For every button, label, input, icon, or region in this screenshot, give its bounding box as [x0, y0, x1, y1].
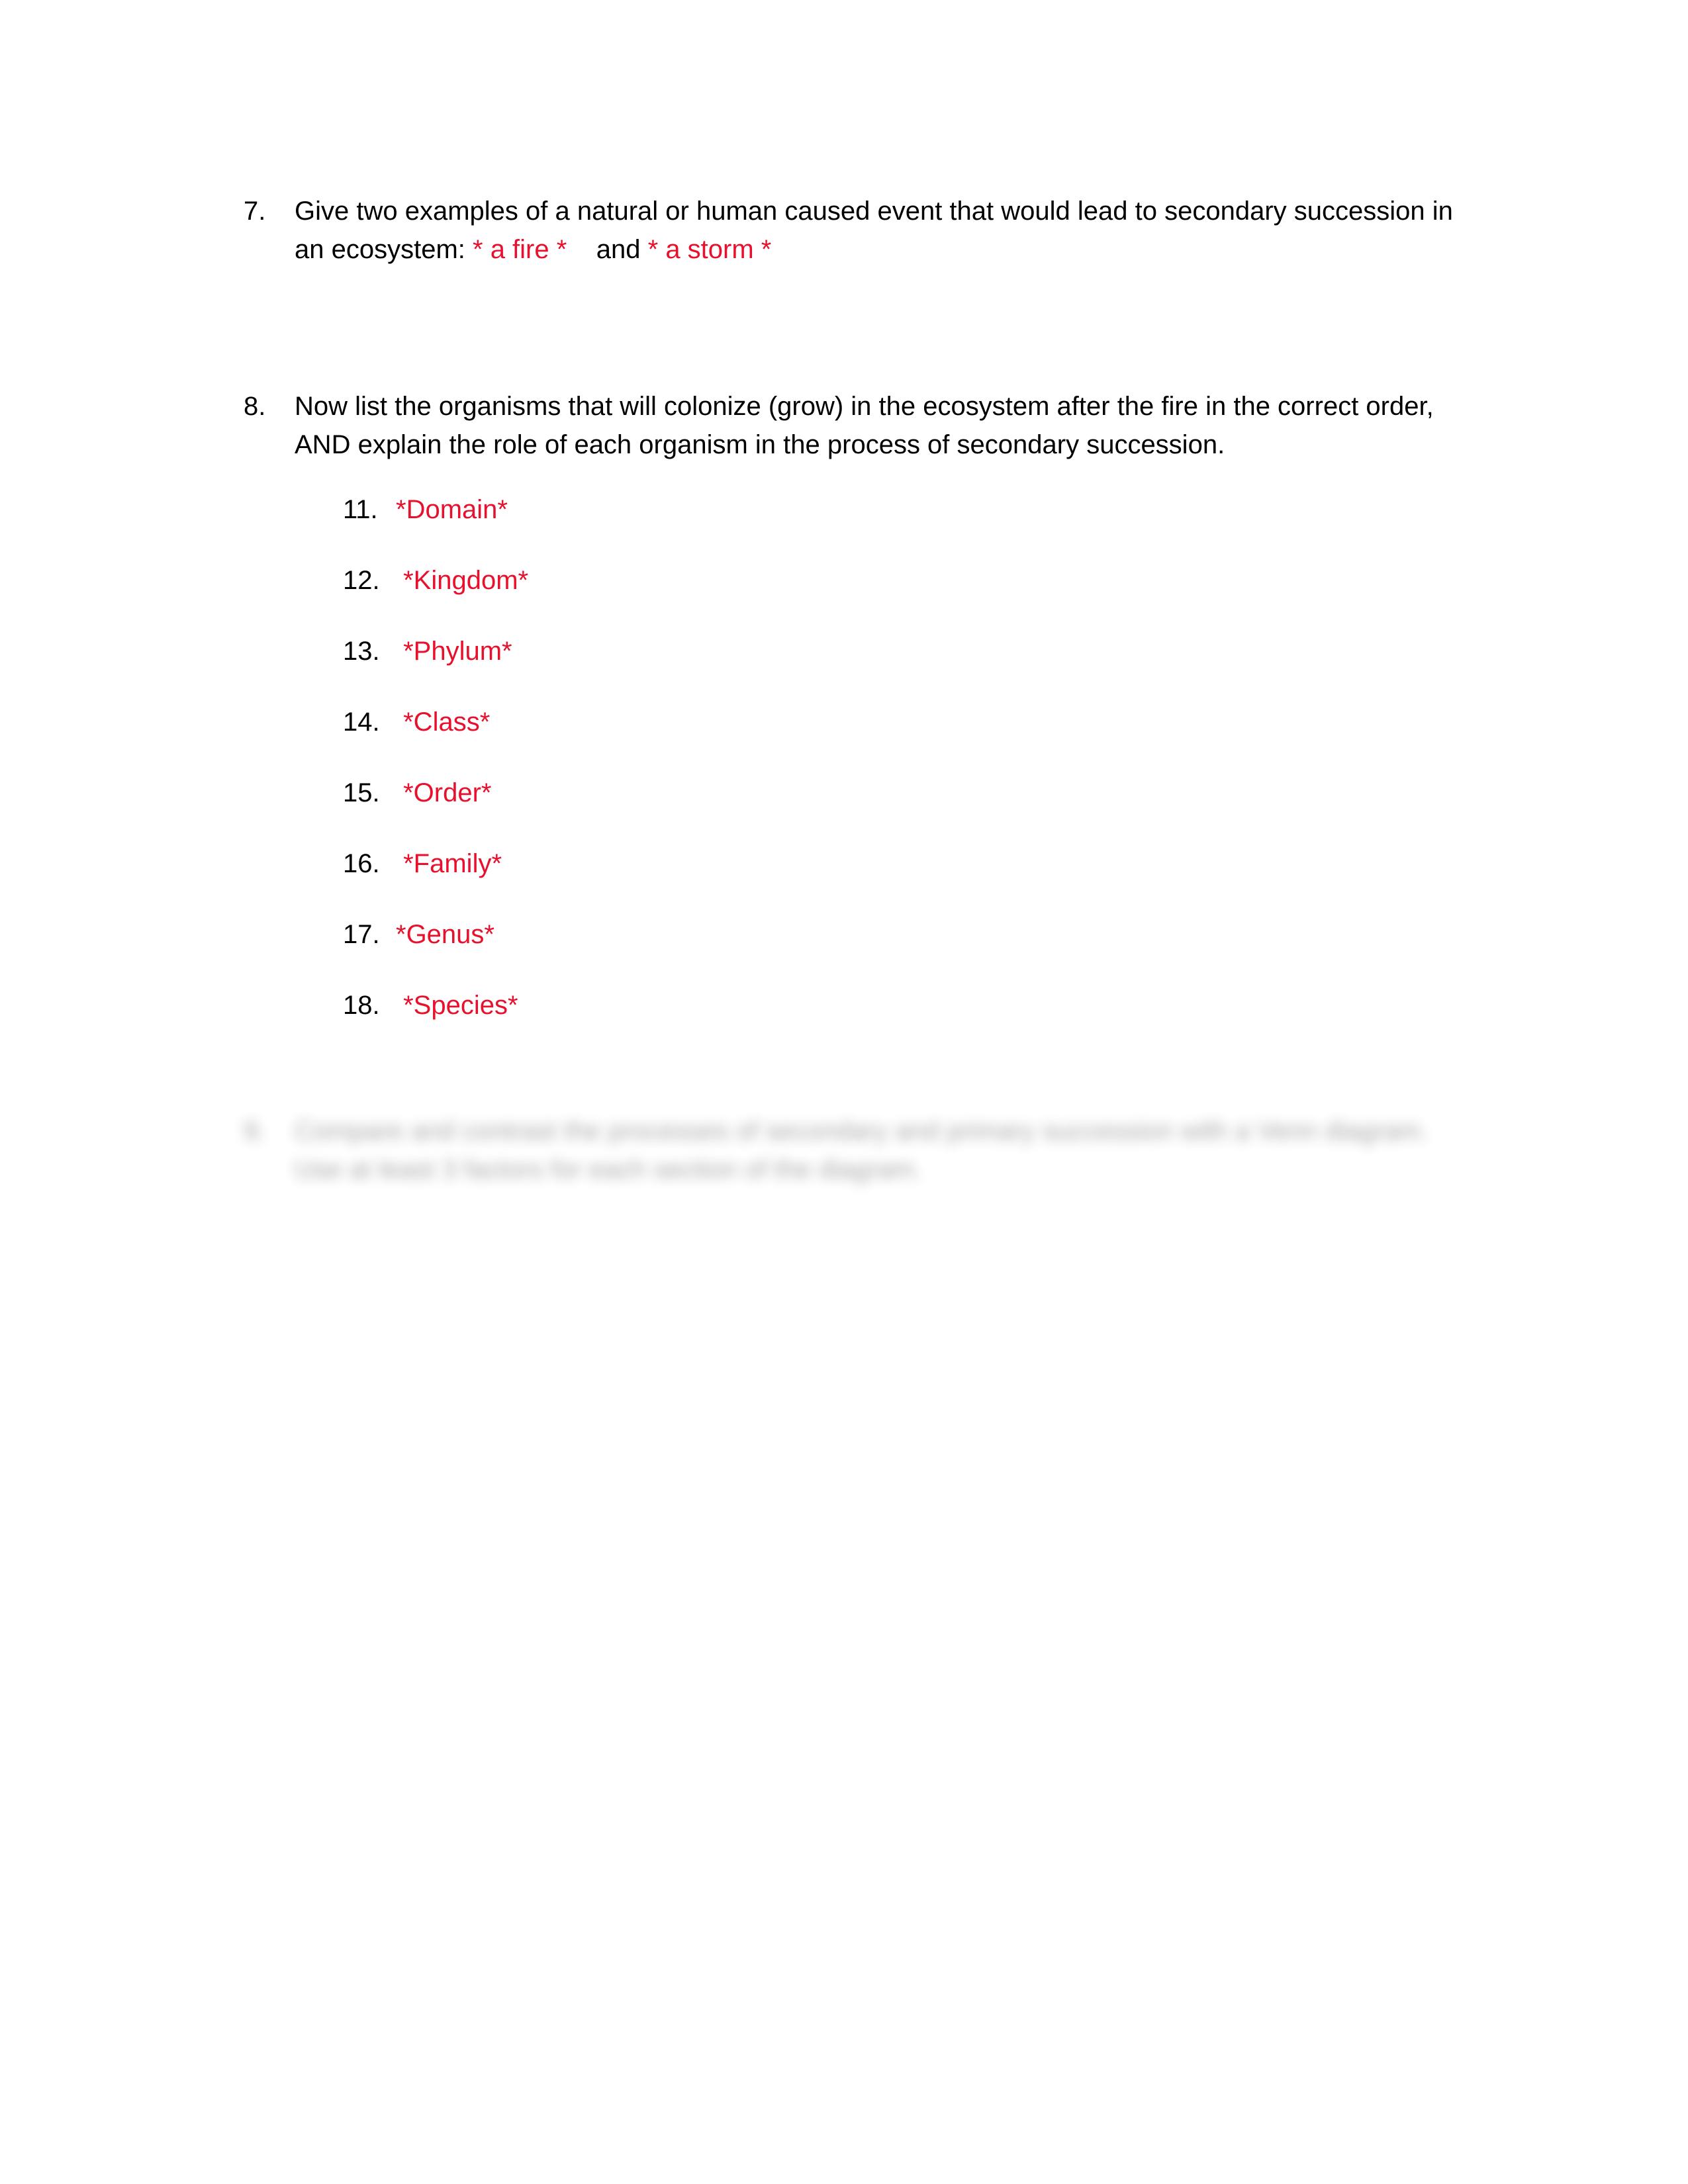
taxonomy-answer-list: 11. *Domain* 12. *Kingdom* 13. *Phylum* …	[343, 491, 939, 1058]
list-item-number: 15.	[343, 778, 380, 807]
list-item-answer[interactable]: *Kingdom*	[396, 562, 528, 599]
list-item-answer[interactable]: *Family*	[396, 845, 502, 882]
list-item-answer[interactable]: *Domain*	[396, 491, 508, 528]
list-item: 15. *Order*	[343, 774, 939, 845]
question-text-9: Compare and contrast the processes of se…	[295, 1116, 1428, 1184]
question-marker-9: 9.	[244, 1116, 266, 1146]
question-text-8: Now list the organisms that will coloniz…	[295, 392, 1434, 459]
list-item-number: 16.	[343, 849, 380, 878]
list-item-number: 18.	[343, 991, 380, 1020]
list-item-number: 12.	[343, 566, 380, 595]
question-item-8: 8. Now list the organisms that will colo…	[244, 387, 1462, 464]
question-marker-8: 8.	[244, 392, 266, 421]
list-item: 11. *Domain*	[343, 491, 939, 562]
list-item-answer[interactable]: *Order*	[396, 774, 491, 811]
list-item: 13. *Phylum*	[343, 633, 939, 704]
document-page: 7. Give two examples of a natural or hum…	[0, 0, 1688, 2184]
answer-gap-7b	[641, 235, 648, 264]
answer-gap-7	[567, 235, 596, 264]
list-item-number: 13.	[343, 637, 380, 666]
question-item-9-redacted: 9. Compare and contrast the processes of…	[244, 1112, 1462, 1189]
list-item-number: 11.	[343, 495, 378, 524]
question-text-7: Give two examples of a natural or human …	[295, 192, 1462, 269]
answer-field-7a[interactable]: * a fire *	[473, 235, 567, 264]
list-item: 18. *Species*	[343, 987, 939, 1058]
answer-field-7b[interactable]: * a storm *	[648, 235, 772, 264]
list-item: 16. *Family*	[343, 845, 939, 916]
question-item-7: 7. Give two examples of a natural or hum…	[244, 192, 1462, 269]
list-item-answer[interactable]: *Phylum*	[396, 633, 512, 670]
question-conjunction-7: and	[596, 235, 641, 264]
list-item-answer[interactable]: *Genus*	[396, 916, 494, 953]
list-item-answer[interactable]: *Species*	[396, 987, 518, 1024]
list-item-number: 17.	[343, 920, 380, 949]
question-prompt-7: Give two examples of a natural or human …	[295, 197, 1453, 264]
question-marker-7: 7.	[244, 197, 266, 226]
list-item: 14. *Class*	[343, 704, 939, 774]
list-item-number: 14.	[343, 707, 380, 737]
list-item: 17. *Genus*	[343, 916, 939, 987]
list-item-answer[interactable]: *Class*	[396, 704, 490, 741]
list-item: 12. *Kingdom*	[343, 562, 939, 633]
